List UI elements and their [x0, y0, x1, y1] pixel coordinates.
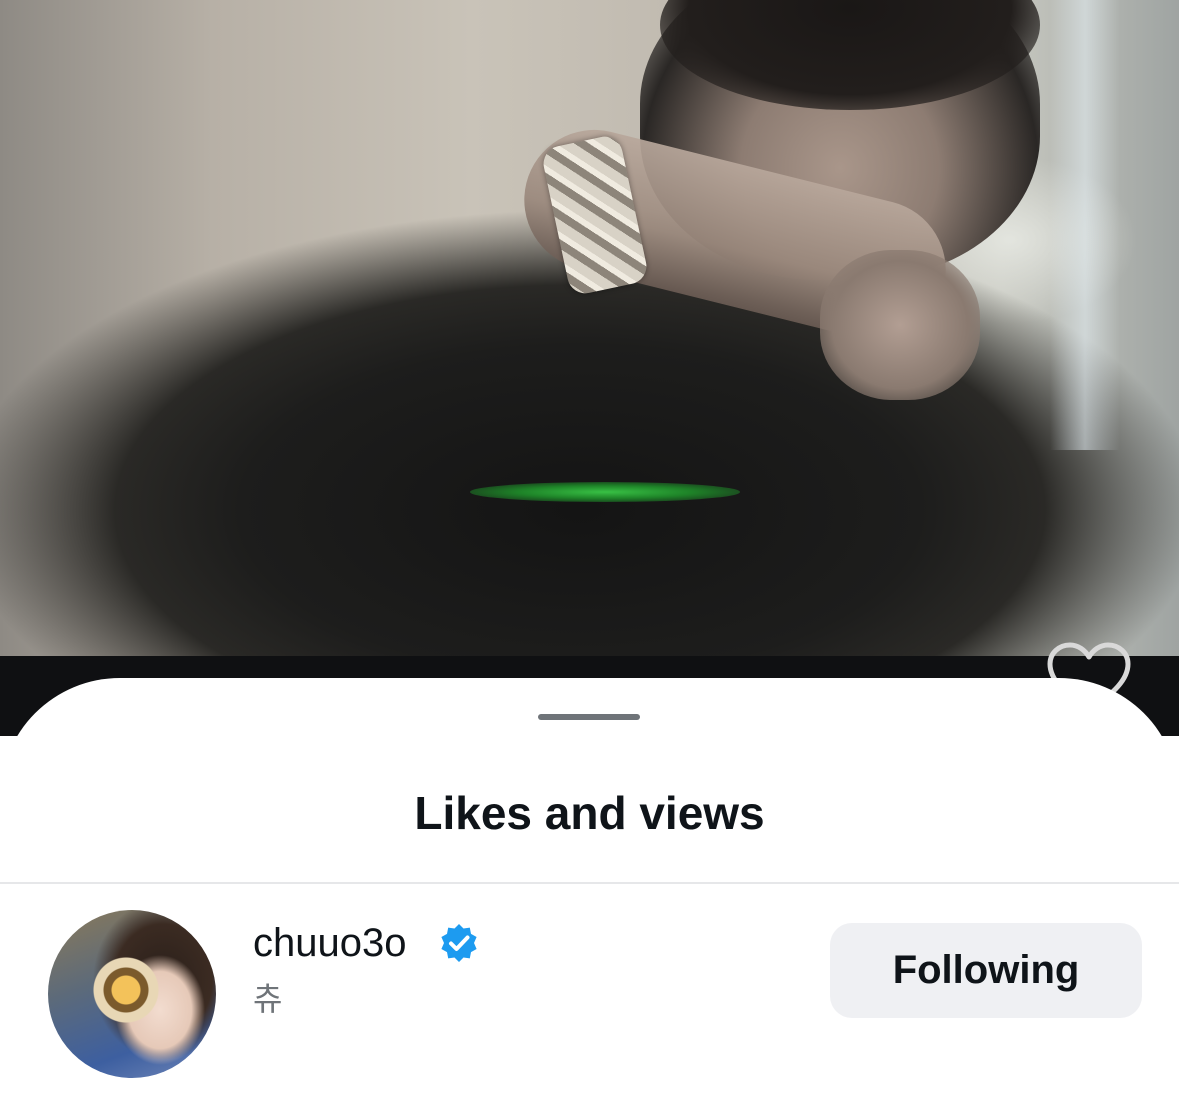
- username[interactable]: chuuo3o: [253, 918, 406, 968]
- divider: [0, 882, 1179, 884]
- verified-badge-icon: [441, 924, 477, 962]
- app-root: Likes and views chuuo3o 츄 Following: [0, 0, 1179, 1111]
- story-photo[interactable]: [0, 0, 1179, 656]
- sheet-title: Likes and views: [414, 787, 765, 839]
- following-button[interactable]: Following: [830, 923, 1142, 1018]
- display-name: 츄: [253, 980, 283, 1018]
- photo-window-light: [1050, 0, 1120, 450]
- sheet-grabber[interactable]: [538, 714, 640, 720]
- user-list-item[interactable]: chuuo3o 츄 Following: [0, 908, 1179, 1078]
- avatar[interactable]: [48, 910, 216, 1078]
- likes-and-views-sheet: Likes and views chuuo3o 츄 Following: [0, 678, 1179, 1111]
- photo-subject-hand: [820, 250, 980, 400]
- photo-green-light: [470, 482, 740, 502]
